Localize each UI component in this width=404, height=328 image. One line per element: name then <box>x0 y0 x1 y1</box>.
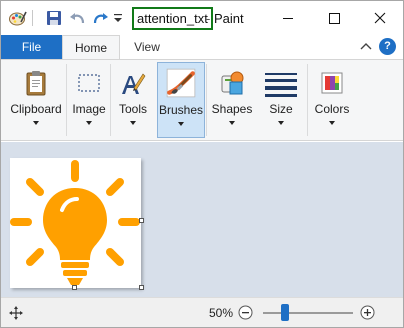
size-group[interactable]: Size <box>258 62 304 138</box>
colors-icon <box>321 72 343 94</box>
maximize-icon <box>329 13 340 24</box>
lightbulb-icon <box>10 160 140 285</box>
qat-separator <box>32 10 33 26</box>
move-cursor-icon <box>9 306 23 320</box>
paint-app-icon[interactable] <box>9 10 27 26</box>
resize-handle-right[interactable] <box>139 218 144 223</box>
ribbon-tabs: File Home View ? <box>1 35 403 59</box>
size-lines-icon <box>265 73 297 97</box>
drawing-canvas[interactable] <box>10 158 141 288</box>
colors-label: Colors <box>314 102 350 116</box>
maximize-button[interactable] <box>311 1 357 35</box>
close-button[interactable] <box>357 1 403 35</box>
canvas-workspace <box>1 142 403 297</box>
group-separator <box>66 64 67 136</box>
brushes-group[interactable]: Brushes <box>157 62 205 138</box>
zoom-in-icon[interactable] <box>360 305 375 320</box>
zoom-slider-thumb[interactable] <box>281 304 289 321</box>
zoom-slider-track[interactable] <box>263 312 353 314</box>
image-select-icon <box>78 74 100 92</box>
chevron-down-icon <box>178 122 184 126</box>
chevron-down-icon <box>33 121 39 125</box>
app-title: Paint <box>214 11 244 26</box>
collapse-ribbon-icon[interactable] <box>359 41 373 53</box>
resize-handle-bottom[interactable] <box>72 285 77 290</box>
brush-icon <box>166 68 196 98</box>
clipboard-group[interactable]: Clipboard <box>7 62 65 138</box>
document-title: attention_txt <box>132 7 213 30</box>
brushes-label: Brushes <box>158 103 204 117</box>
save-icon[interactable] <box>45 10 63 26</box>
chevron-down-icon <box>278 121 284 125</box>
title-separator: - <box>206 11 211 26</box>
customize-qat-icon[interactable] <box>113 12 123 24</box>
tab-view[interactable]: View <box>121 35 173 59</box>
zoom-out-icon[interactable] <box>238 305 253 320</box>
group-separator <box>206 64 207 136</box>
clipboard-label: Clipboard <box>10 102 62 116</box>
minimize-icon <box>283 18 293 19</box>
shapes-group[interactable]: Shapes <box>209 62 255 138</box>
title-bar: attention_txt - Paint <box>1 1 403 35</box>
clipboard-icon <box>26 71 46 96</box>
colors-group[interactable]: Colors <box>310 62 354 138</box>
image-label: Image <box>72 102 106 116</box>
minimize-button[interactable] <box>265 1 311 35</box>
close-icon <box>374 12 386 24</box>
resize-handle-corner[interactable] <box>139 285 144 290</box>
redo-icon[interactable] <box>91 10 109 26</box>
chevron-down-icon <box>229 121 235 125</box>
group-separator <box>110 64 111 136</box>
group-separator <box>307 64 308 136</box>
status-bar: 50% <box>1 297 403 327</box>
chevron-down-icon <box>130 121 136 125</box>
tools-group[interactable]: Tools <box>112 62 154 138</box>
size-label: Size <box>269 102 293 116</box>
help-icon[interactable]: ? <box>379 38 396 55</box>
chevron-down-icon <box>329 121 335 125</box>
undo-icon[interactable] <box>69 10 87 26</box>
image-group[interactable]: Image <box>69 62 109 138</box>
tab-home[interactable]: Home <box>62 35 120 59</box>
tools-icon <box>122 73 146 94</box>
zoom-level: 50% <box>209 306 234 320</box>
shapes-label: Shapes <box>211 102 253 116</box>
chevron-down-icon <box>86 121 92 125</box>
paint-window: attention_txt - Paint File Home View ? C… <box>0 0 404 328</box>
ribbon-home: Clipboard Image Tools Brushes Shapes Siz… <box>1 59 403 141</box>
tab-file[interactable]: File <box>1 35 62 59</box>
tools-label: Tools <box>118 102 147 116</box>
shapes-icon <box>221 71 244 95</box>
